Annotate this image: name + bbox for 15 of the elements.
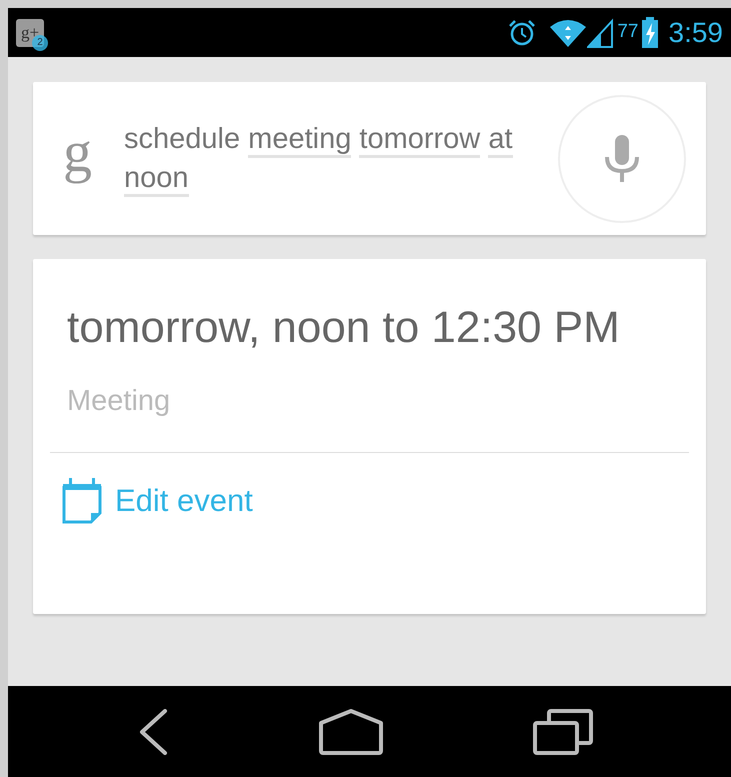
back-icon[interactable] — [138, 708, 168, 754]
edit-event-button[interactable]: Edit event — [61, 478, 253, 524]
event-title: Meeting — [66, 384, 172, 419]
search-query[interactable]: schedule meeting tomorrow at noon — [124, 120, 544, 198]
alarm-clock-icon — [507, 18, 538, 48]
battery-level: 77 — [617, 20, 638, 44]
calendar-icon — [61, 478, 103, 524]
microphone-icon — [604, 134, 640, 182]
wifi-icon — [549, 18, 588, 48]
clock-time: 3:59 — [668, 16, 723, 50]
recent-apps-icon[interactable] — [532, 708, 592, 754]
home-icon[interactable] — [318, 708, 382, 754]
event-time: tomorrow, noon to 12:30 PM — [66, 302, 621, 354]
battery-charging-icon — [640, 16, 658, 48]
signal-icon — [587, 18, 614, 48]
